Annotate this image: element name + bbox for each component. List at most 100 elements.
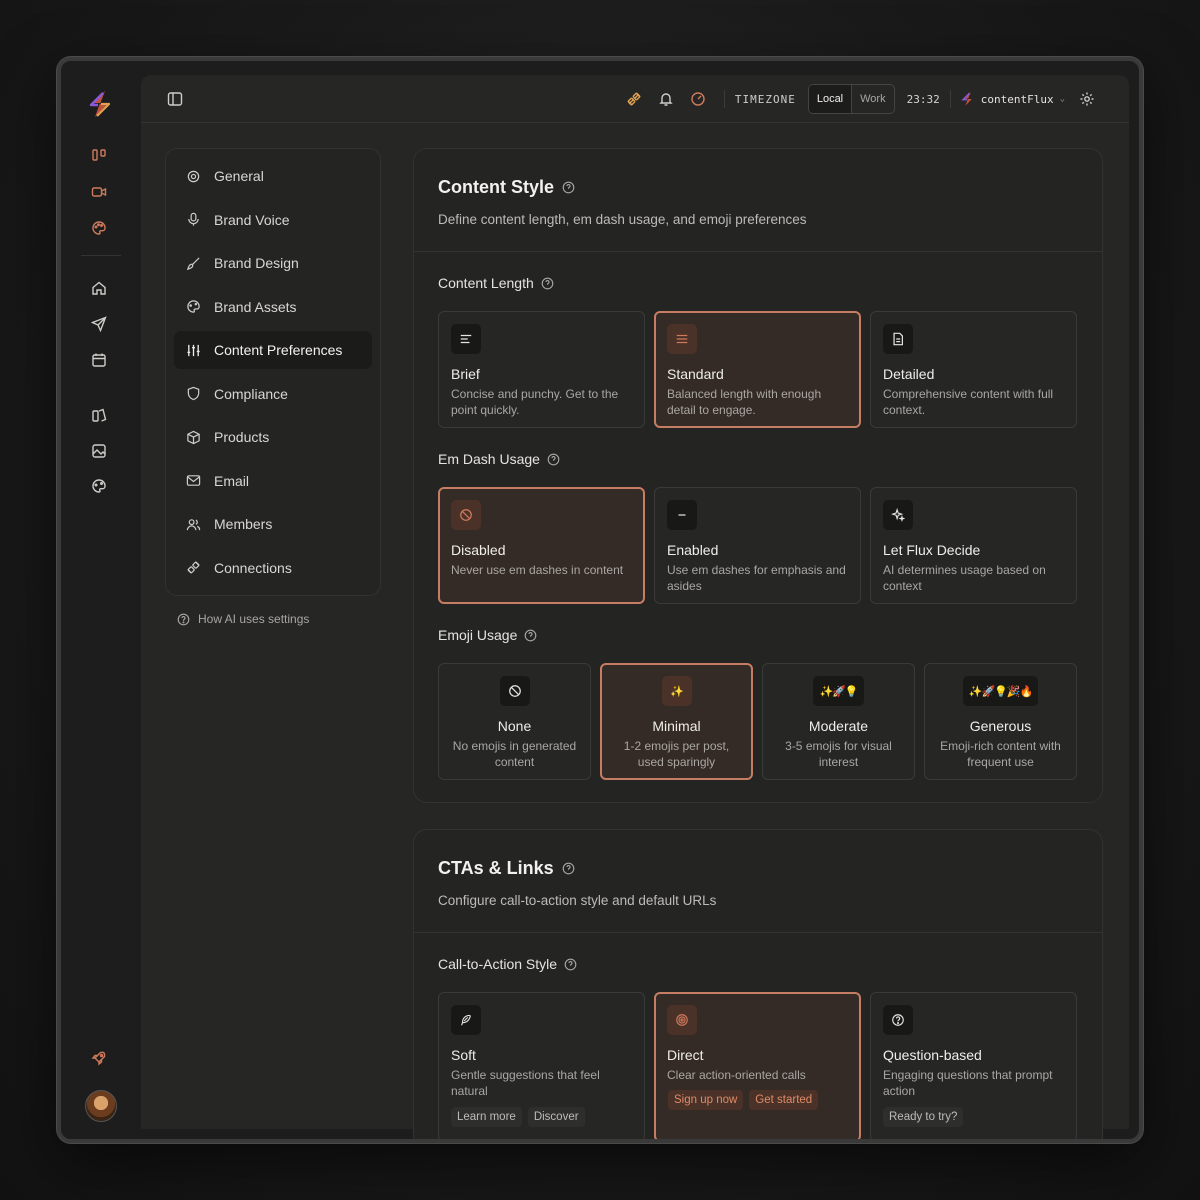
library-icon[interactable]	[90, 406, 108, 424]
example-pill: Learn more	[451, 1107, 522, 1127]
sidebar-toggle-icon[interactable]	[167, 91, 183, 107]
question-circle-icon	[883, 1005, 913, 1035]
nav-item-label: Content Preferences	[214, 342, 343, 358]
user-avatar[interactable]	[85, 1090, 117, 1122]
document-icon	[883, 324, 913, 354]
option-description: Balanced length with enough detail to en…	[667, 387, 822, 417]
timezone-local-option[interactable]: Local	[808, 85, 853, 113]
option-direct[interactable]: Direct Clear action-oriented calls Sign …	[654, 992, 861, 1139]
brand-palette-icon[interactable]	[90, 477, 108, 495]
app-logo-icon[interactable]	[87, 89, 113, 119]
nav-item-label: Brand Voice	[214, 211, 290, 228]
nav-item-connections[interactable]: Connections	[174, 549, 372, 587]
video-icon[interactable]	[90, 183, 108, 201]
option-description: 1-2 emojis per post, used sparingly	[623, 739, 730, 769]
option-description: Emoji-rich content with frequent use	[940, 739, 1061, 769]
option-title: Direct	[667, 1047, 704, 1063]
option-title: Standard	[667, 366, 724, 382]
help-circle-icon[interactable]	[562, 181, 575, 194]
option-moderate[interactable]: ✨🚀💡 Moderate 3-5 emojis for visual inter…	[762, 663, 915, 780]
gear-icon	[187, 170, 200, 182]
option-description: Gentle suggestions that feel natural	[451, 1068, 600, 1098]
box-icon	[187, 430, 200, 444]
example-pill: Discover	[527, 1107, 585, 1127]
option-title: Question-based	[883, 1047, 982, 1063]
option-title: Minimal	[652, 718, 701, 734]
help-circle-icon[interactable]	[562, 862, 575, 875]
option-detailed[interactable]: Detailed Comprehensive content with full…	[870, 311, 1077, 428]
card-title-text: Content Style	[438, 177, 555, 197]
option-brief[interactable]: Brief Concise and punchy. Get to the poi…	[438, 311, 645, 428]
option-minimal[interactable]: ✨ Minimal 1-2 emojis per post, used spar…	[600, 663, 753, 780]
help-circle-icon[interactable]	[564, 958, 577, 971]
gauge-icon[interactable]	[682, 84, 714, 114]
option-description: 3-5 emojis for visual interest	[785, 739, 892, 769]
option-question-based[interactable]: Question-based Engaging questions that p…	[870, 992, 1077, 1139]
ban-icon	[499, 676, 530, 706]
content-length-label: Content Length	[438, 275, 554, 291]
image-icon[interactable]	[90, 442, 108, 460]
emoji-preview: ✨	[661, 676, 692, 706]
nav-item-label: Members	[214, 516, 273, 532]
nav-item-brand-assets[interactable]: Brand Assets	[174, 288, 372, 326]
workspace-logo-icon	[960, 92, 972, 106]
nav-item-label: Connections	[214, 559, 292, 576]
how-ai-uses-settings-link[interactable]: How AI uses settings	[177, 612, 309, 626]
card-header: Content Style Define content length, em …	[414, 149, 1102, 252]
option-soft[interactable]: Soft Gentle suggestions that feel natura…	[438, 992, 645, 1139]
option-description: Engaging questions that prompt action	[883, 1068, 1053, 1098]
menu-lines-icon	[667, 324, 697, 354]
palette-icon[interactable]	[90, 219, 108, 237]
align-left-icon	[451, 324, 481, 354]
rocket-icon[interactable]	[90, 1049, 108, 1067]
send-icon[interactable]	[90, 315, 108, 333]
bell-icon[interactable]	[650, 84, 682, 114]
option-generous[interactable]: ✨🚀💡🎉🔥 Generous Emoji-rich content with f…	[924, 663, 1077, 780]
option-let-flux-decide[interactable]: Let Flux Decide AI determines usage base…	[870, 487, 1077, 604]
chevron-down-icon: ⌄	[1059, 94, 1065, 104]
target-icon	[667, 1005, 697, 1035]
nav-item-label: Compliance	[214, 385, 288, 402]
nav-item-brand-voice[interactable]: Brand Voice	[174, 201, 372, 239]
option-standard[interactable]: Standard Balanced length with enough det…	[654, 311, 861, 428]
option-description: Clear action-oriented calls	[667, 1068, 806, 1082]
nav-item-general[interactable]: General	[174, 157, 372, 195]
plug-icon	[187, 561, 200, 574]
option-description: Comprehensive content with full context.	[883, 387, 1054, 417]
nav-item-products[interactable]: Products	[174, 418, 372, 456]
timezone-work-option[interactable]: Work	[852, 85, 893, 113]
ban-icon	[451, 500, 481, 530]
settings-gear-icon[interactable]	[1071, 84, 1103, 114]
help-circle-icon[interactable]	[547, 453, 560, 466]
option-none[interactable]: None No emojis in generated content	[438, 663, 591, 780]
timezone-label: TIMEZONE	[734, 92, 796, 106]
top-bar: TIMEZONE Local Work 23:32 contentFlux ⌄	[141, 75, 1129, 123]
card-title: CTAs & Links	[438, 858, 1078, 879]
emoji-options: None No emojis in generated content ✨ Mi…	[438, 663, 1077, 780]
kanban-icon[interactable]	[90, 147, 108, 165]
icon-rail	[61, 61, 141, 1139]
nav-item-label: General	[214, 168, 264, 184]
clock-display: 23:32	[906, 92, 940, 106]
nav-item-content-preferences[interactable]: Content Preferences	[174, 331, 372, 369]
help-circle-icon[interactable]	[524, 629, 537, 642]
option-description: Use em dashes for emphasis and asides	[667, 563, 846, 593]
workspace-switcher[interactable]: contentFlux ⌄	[960, 91, 1065, 107]
option-description: AI determines usage based on context	[883, 563, 1046, 593]
help-circle-icon[interactable]	[541, 277, 554, 290]
option-title: Enabled	[667, 542, 719, 558]
nav-item-email[interactable]: Email	[174, 462, 372, 500]
emoji-preview: ✨🚀💡	[813, 676, 864, 706]
palette-icon	[187, 300, 200, 313]
home-icon[interactable]	[90, 279, 108, 297]
emoji-preview: ✨🚀💡🎉🔥	[962, 676, 1039, 706]
integration-icon[interactable]	[618, 84, 650, 114]
card-title-text: CTAs & Links	[438, 858, 554, 878]
nav-item-compliance[interactable]: Compliance	[174, 375, 372, 413]
nav-item-members[interactable]: Members	[174, 505, 372, 543]
nav-item-brand-design[interactable]: Brand Design	[174, 244, 372, 282]
brush-icon	[186, 256, 200, 270]
option-disabled[interactable]: Disabled Never use em dashes in content	[438, 487, 645, 604]
calendar-icon[interactable]	[90, 351, 108, 369]
option-enabled[interactable]: Enabled Use em dashes for emphasis and a…	[654, 487, 861, 604]
